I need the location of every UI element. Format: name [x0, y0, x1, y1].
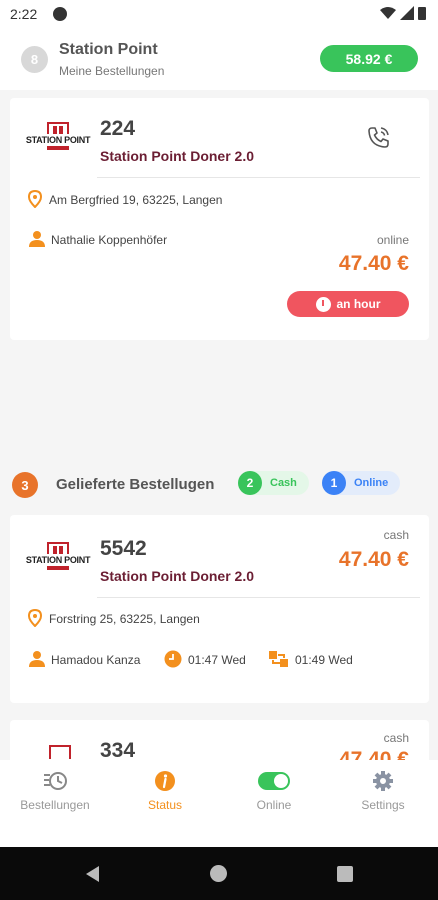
info-icon: [155, 771, 175, 791]
order-address: Forstring 25, 63225, Langen: [49, 612, 200, 626]
header-count-badge: 8: [21, 46, 48, 73]
order-address: Am Bergfried 19, 63225, Langen: [49, 193, 223, 207]
order-number: 224: [100, 117, 136, 140]
delivered-time: 01:49 Wed: [295, 653, 353, 667]
status-time: 2:22: [10, 6, 38, 22]
cash-label: Cash: [270, 477, 297, 489]
restaurant-logo: STATION POINT: [26, 542, 90, 570]
clock-icon: [315, 296, 331, 312]
location-pin-icon: [27, 189, 43, 209]
gear-icon: [373, 771, 393, 791]
toggle-icon: [258, 772, 290, 790]
order-number: 5542: [100, 537, 147, 560]
online-filter-chip[interactable]: 1 Online: [322, 471, 401, 495]
time-remaining-label: an hour: [336, 297, 381, 311]
status-icons: [380, 6, 426, 20]
online-count: 1: [322, 471, 346, 495]
recents-button[interactable]: [337, 866, 353, 882]
delivered-section-title: Gelieferte Bestellugen: [56, 476, 215, 493]
time-remaining-button[interactable]: an hour: [287, 291, 409, 317]
page-subtitle: Meine Bestellungen: [59, 64, 165, 78]
nav-status[interactable]: Status: [110, 770, 220, 812]
card-divider: [97, 177, 420, 178]
card-divider: [97, 597, 420, 598]
orders-history-icon: [44, 772, 67, 790]
payment-type: cash: [383, 731, 409, 745]
person-icon: [29, 230, 45, 247]
notification-app-icon: [53, 7, 67, 21]
signal-icon: [400, 6, 414, 20]
order-price: 47.40 €: [338, 548, 409, 571]
balance-badge[interactable]: 58.92 €: [320, 45, 418, 72]
nav-online[interactable]: Online: [219, 770, 329, 812]
nav-online-label: Online: [256, 798, 292, 812]
nav-status-label: Status: [147, 798, 183, 812]
person-icon: [29, 650, 45, 667]
online-label: Online: [354, 477, 389, 489]
payment-type: cash: [383, 528, 409, 542]
battery-icon: [418, 7, 426, 20]
home-button[interactable]: [210, 865, 227, 882]
restaurant-name: Station Point Doner 2.0: [100, 148, 255, 164]
restaurant-logo: STATION POINT: [26, 122, 90, 150]
customer-name: Nathalie Koppenhöfer: [51, 233, 168, 247]
wifi-icon: [380, 7, 396, 19]
pickup-time: 01:47 Wed: [188, 653, 246, 667]
delivery-icon: [268, 649, 290, 669]
nav-bestellungen-label: Bestellungen: [20, 798, 90, 812]
payment-type: online: [376, 233, 409, 247]
page-title: Station Point: [59, 41, 158, 58]
cash-count: 2: [238, 471, 262, 495]
order-number: 334: [100, 739, 136, 760]
phone-icon[interactable]: [364, 124, 392, 152]
clock-icon: [164, 650, 182, 668]
delivered-count-badge: 3: [12, 472, 38, 498]
nav-bestellungen[interactable]: Bestellungen: [0, 770, 110, 812]
location-pin-icon: [27, 608, 43, 628]
driver-name: Hamadou Kanza: [51, 653, 141, 667]
back-button[interactable]: [84, 865, 102, 888]
cash-filter-chip[interactable]: 2 Cash: [238, 471, 309, 495]
order-price: 47.40 €: [338, 748, 409, 760]
restaurant-name: Station Point Doner 2.0: [100, 568, 255, 584]
nav-settings-label: Settings: [361, 798, 405, 812]
restaurant-logo: [49, 745, 71, 759]
nav-settings[interactable]: Settings: [328, 770, 438, 812]
order-price: 47.40 €: [338, 252, 409, 275]
